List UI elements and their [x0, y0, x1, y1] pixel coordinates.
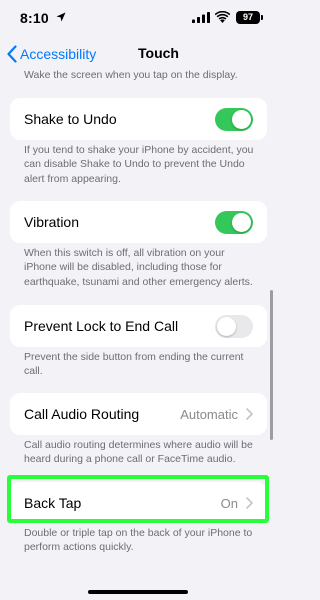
call-audio-routing-footer: Call audio routing determines where audi… — [24, 439, 253, 466]
vibration-footer: When this switch is off, all vibration o… — [24, 247, 253, 288]
shake-to-undo-footer: If you tend to shake your iPhone by acci… — [24, 144, 254, 185]
signal-icon — [192, 12, 210, 23]
shake-to-undo-row: Shake to Undo — [10, 98, 267, 140]
tap-to-wake-footer: Wake the screen when you tap on the disp… — [24, 69, 238, 81]
vibration-row: Vibration — [10, 201, 267, 243]
call-audio-routing-label: Call Audio Routing — [24, 406, 140, 422]
battery-icon: 97 — [236, 11, 260, 24]
status-bar: 8:10 97 — [0, 0, 277, 34]
back-tap-value: On — [220, 495, 238, 511]
toggle-knob — [232, 212, 251, 232]
status-time: 8:10 — [20, 10, 49, 26]
page-title: Touch — [138, 45, 179, 61]
chevron-right-icon — [246, 408, 253, 420]
wifi-icon — [215, 11, 230, 23]
toggle-knob — [232, 109, 251, 129]
prevent-lock-label: Prevent Lock to End Call — [24, 318, 179, 334]
chevron-right-icon — [246, 497, 253, 509]
scroll-indicator[interactable] — [270, 290, 273, 440]
back-tap-row[interactable]: Back Tap On — [10, 482, 267, 524]
shake-to-undo-label: Shake to Undo — [24, 111, 117, 127]
vibration-toggle[interactable] — [215, 210, 253, 234]
back-tap-label: Back Tap — [24, 495, 82, 511]
touch-settings-screen: 8:10 97 Accessibility Touch Wake the scr… — [0, 0, 277, 600]
call-audio-routing-row[interactable]: Call Audio Routing Automatic — [10, 393, 267, 435]
prevent-lock-footer: Prevent the side button from ending the … — [24, 351, 244, 378]
vibration-label: Vibration — [24, 214, 80, 230]
prevent-lock-row: Prevent Lock to End Call — [10, 305, 267, 347]
battery-tip — [261, 15, 263, 20]
shake-to-undo-toggle[interactable] — [215, 107, 253, 131]
location-arrow-icon — [56, 12, 66, 22]
home-indicator[interactable] — [88, 590, 188, 594]
toggle-knob — [217, 316, 236, 336]
back-tap-footer: Double or triple tap on the back of your… — [24, 527, 253, 554]
prevent-lock-toggle[interactable] — [215, 314, 253, 338]
call-audio-routing-value: Automatic — [180, 406, 238, 422]
